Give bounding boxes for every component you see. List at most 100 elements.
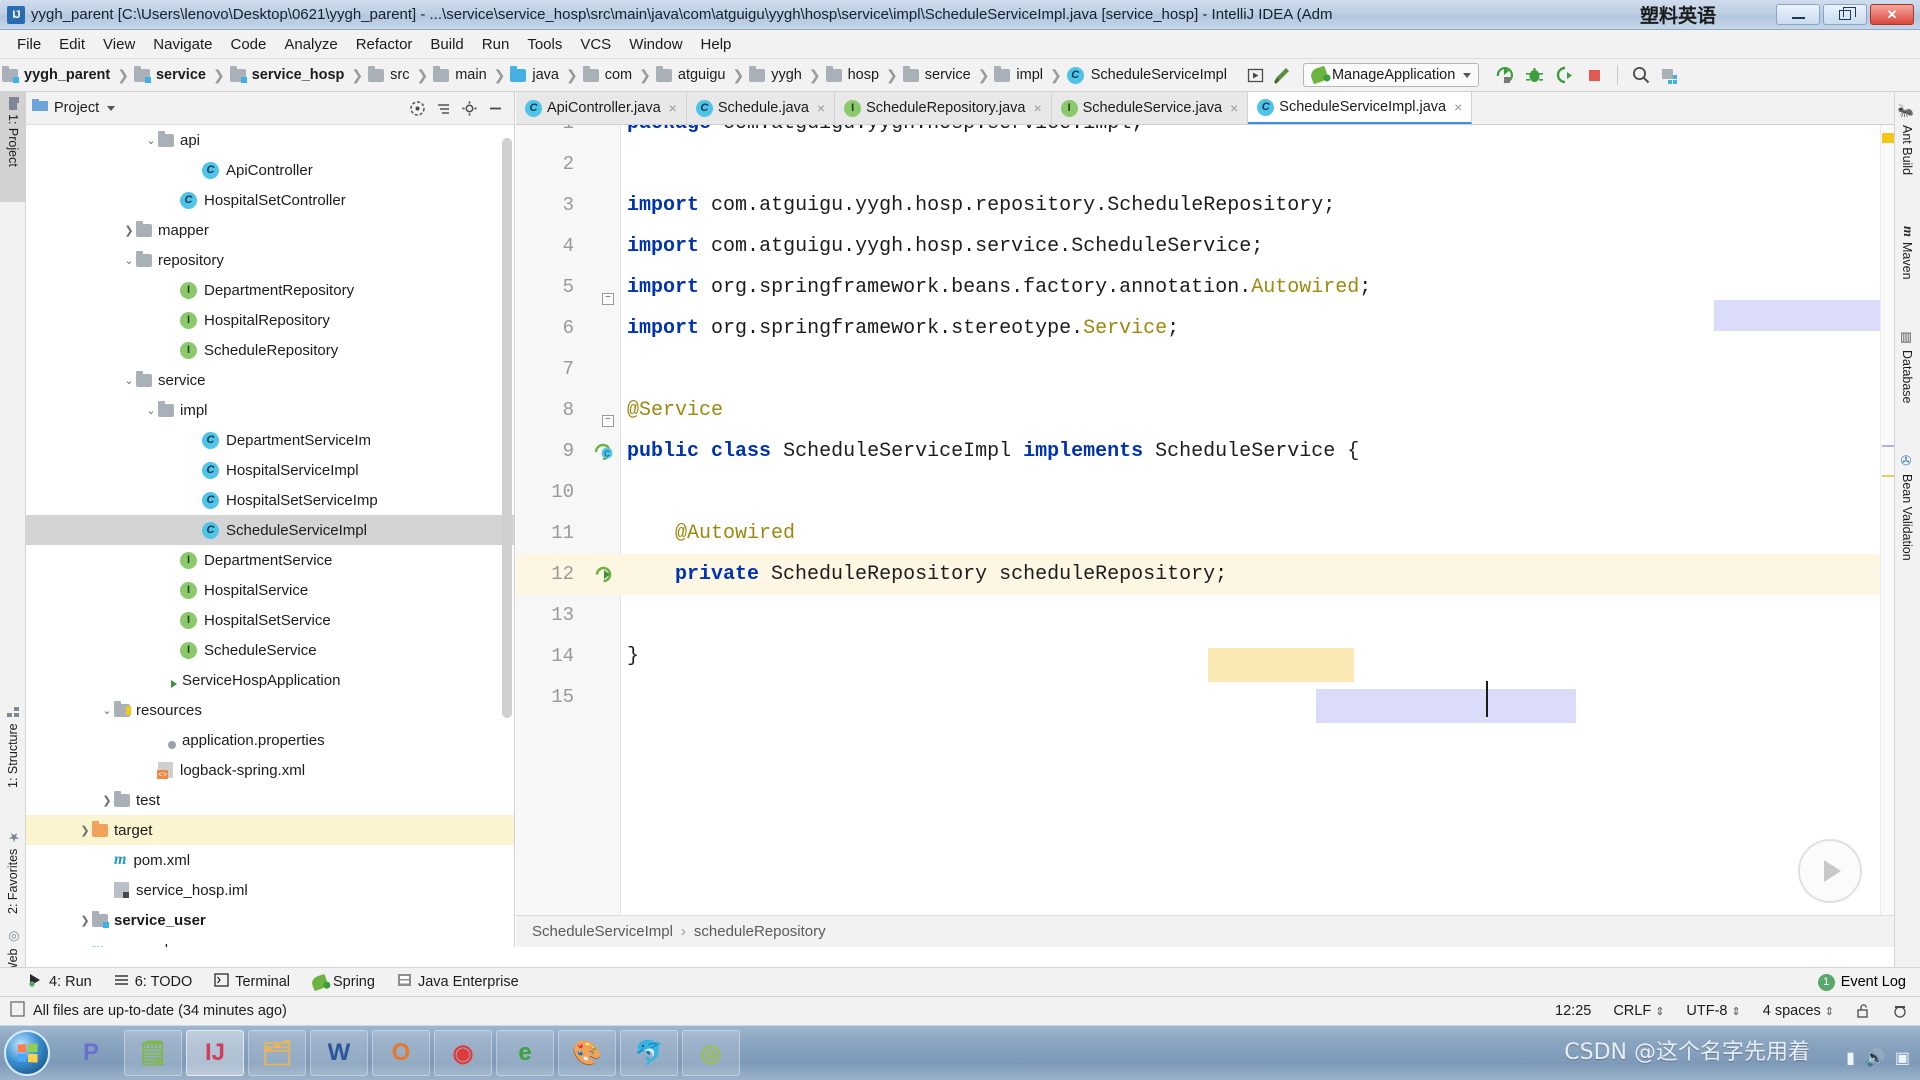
- tool-window-java-enterprise[interactable]: Java Enterprise: [397, 973, 519, 991]
- file-explorer-icon[interactable]: 🗂: [248, 1030, 306, 1076]
- menu-file[interactable]: File: [8, 33, 50, 56]
- tree-node-service-hosp-iml[interactable]: service_hosp.iml: [26, 875, 514, 905]
- tree-node-impl[interactable]: ⌄ impl: [26, 395, 514, 425]
- close-icon[interactable]: ×: [1454, 99, 1462, 115]
- run-with-coverage-icon[interactable]: [1549, 62, 1579, 88]
- menu-window[interactable]: Window: [620, 33, 691, 56]
- build-hammer-icon[interactable]: [1269, 63, 1295, 87]
- microsoft-word-icon[interactable]: W: [310, 1030, 368, 1076]
- editor-tab-schedule-java[interactable]: C Schedule.java ×: [686, 92, 836, 124]
- tree-node-service[interactable]: ⌄ service: [26, 365, 514, 395]
- pptv-icon[interactable]: P: [62, 1030, 120, 1076]
- menu-analyze[interactable]: Analyze: [275, 33, 346, 56]
- minimize-button[interactable]: [1776, 4, 1820, 25]
- close-icon[interactable]: ×: [669, 100, 677, 116]
- search-everywhere-icon[interactable]: [1626, 62, 1656, 88]
- network-icon[interactable]: ▮: [1846, 1048, 1855, 1068]
- collapse-all-icon[interactable]: [430, 96, 456, 120]
- editor-breadcrumb-class[interactable]: ScheduleServiceImpl: [532, 923, 673, 940]
- code-line[interactable]: 3 import com.atguigu.yygh.hosp.repository…: [516, 185, 1896, 226]
- tree-node-apicontroller[interactable]: C ApiController: [26, 155, 514, 185]
- menu-help[interactable]: Help: [692, 33, 741, 56]
- breadcrumb-item-java[interactable]: java: [510, 65, 561, 83]
- menu-build[interactable]: Build: [421, 33, 472, 56]
- code-line[interactable]: 6 import org.springframework.stereotype.S…: [516, 308, 1896, 349]
- editor-breadcrumb-field[interactable]: scheduleRepository: [694, 923, 826, 940]
- inspector-icon[interactable]: [1892, 1003, 1908, 1019]
- tree-node-hospitalsetservice[interactable]: I HospitalSetService: [26, 605, 514, 635]
- tree-node-resources[interactable]: ⌄ resources: [26, 695, 514, 725]
- event-log-button[interactable]: 1 Event Log: [1817, 973, 1906, 991]
- tool-window-todo[interactable]: 6: TODO: [114, 973, 192, 991]
- tree-node-hospitalsetcontroller[interactable]: C HospitalSetController: [26, 185, 514, 215]
- breadcrumb-item-src[interactable]: src: [368, 65, 411, 83]
- breadcrumb-item-service[interactable]: service: [902, 65, 973, 83]
- project-tree-scrollbar[interactable]: [502, 138, 512, 718]
- sidebar-item-structure[interactable]: 1: Structure: [0, 676, 26, 794]
- close-button[interactable]: ✕: [1870, 4, 1914, 25]
- project-tree[interactable]: ⌄ api C ApiController C HospitalSetController…: [26, 125, 514, 947]
- tree-node-departmentservice[interactable]: I DepartmentService: [26, 545, 514, 575]
- tree-node-application-properties[interactable]: application.properties: [26, 725, 514, 755]
- debug-icon[interactable]: [1519, 62, 1549, 88]
- stripe-usage-mark[interactable]: [1882, 445, 1894, 447]
- preview-icon[interactable]: [1243, 63, 1269, 87]
- chevron-down-icon[interactable]: ⌄: [144, 404, 158, 417]
- app-icon[interactable]: ◎: [682, 1030, 740, 1076]
- tree-node-departmentserviceim[interactable]: C DepartmentServiceIm: [26, 425, 514, 455]
- tree-node-schedulerepository[interactable]: I ScheduleRepository: [26, 335, 514, 365]
- indent-setting[interactable]: 4 spaces ⇕: [1763, 1003, 1834, 1019]
- chevron-down-icon[interactable]: ⌄: [144, 134, 158, 147]
- chevron-right-icon[interactable]: ❯: [78, 914, 92, 927]
- chevron-down-icon[interactable]: ⌄: [122, 374, 136, 387]
- menu-navigate[interactable]: Navigate: [144, 33, 221, 56]
- tool-window-terminal[interactable]: Terminal: [214, 973, 290, 991]
- breadcrumb-item-yygh_parent[interactable]: yygh_parent: [2, 65, 112, 83]
- tree-node-service-user[interactable]: ❯ service_user: [26, 905, 514, 935]
- sidebar-item-database[interactable]: ▥ Database: [1894, 324, 1920, 436]
- sidebar-item-bean-validation[interactable]: ✇ Bean Validation: [1894, 448, 1920, 598]
- breadcrumb-item-yygh[interactable]: yygh: [749, 65, 804, 83]
- caret-position[interactable]: 12:25: [1555, 1003, 1591, 1019]
- line-separator[interactable]: CRLF ⇕: [1613, 1003, 1664, 1019]
- run-configuration-selector[interactable]: ManageApplication: [1302, 63, 1480, 87]
- sidebar-item-favorites[interactable]: 2: Favorites ★: [0, 798, 26, 920]
- 360-browser-icon[interactable]: e: [496, 1030, 554, 1076]
- editor-tab-scheduleservice-java[interactable]: I ScheduleService.java ×: [1051, 92, 1249, 124]
- chevron-right-icon[interactable]: ❯: [78, 824, 92, 837]
- autowired-dependency-gutter-icon[interactable]: [588, 565, 621, 584]
- sidebar-item-project[interactable]: 1: Project: [0, 92, 26, 202]
- breadcrumb-item-service[interactable]: service: [133, 65, 208, 83]
- tree-node-hospitalserviceimpl[interactable]: C HospitalServiceImpl: [26, 455, 514, 485]
- tree-node-target[interactable]: ❯ target: [26, 815, 514, 845]
- breadcrumb-item-main[interactable]: main: [433, 65, 488, 83]
- tree-node-logback-spring-xml[interactable]: logback-spring.xml: [26, 755, 514, 785]
- run-icon[interactable]: [1489, 62, 1519, 88]
- target-icon[interactable]: [404, 96, 430, 120]
- sidebar-item-ant-build[interactable]: 🐜 Ant Build: [1894, 98, 1920, 208]
- notepad-icon[interactable]: 🗒: [124, 1030, 182, 1076]
- menu-edit[interactable]: Edit: [50, 33, 94, 56]
- file-encoding[interactable]: UTF-8 ⇕: [1686, 1003, 1740, 1019]
- tree-node-hospitalsetserviceimp[interactable]: C HospitalSetServiceImp: [26, 485, 514, 515]
- run-inline-icon[interactable]: [1798, 839, 1862, 903]
- editor-tab-apicontroller-java[interactable]: C ApiController.java ×: [516, 92, 687, 124]
- stripe-warning-mark[interactable]: [1882, 133, 1894, 143]
- close-icon[interactable]: ×: [817, 100, 825, 116]
- tree-node-pom-xml[interactable]: m pom.xml: [26, 935, 514, 947]
- breadcrumb-item-scheduleserviceimpl[interactable]: C ScheduleServiceImpl: [1066, 66, 1229, 84]
- code-line[interactable]: 5 import org.springframework.beans.factor…: [516, 267, 1896, 308]
- menu-run[interactable]: Run: [473, 33, 519, 56]
- navicat-icon[interactable]: 🐬: [620, 1030, 678, 1076]
- close-icon[interactable]: ×: [1033, 100, 1041, 116]
- editor-tab-scheduleserviceimpl-java[interactable]: C ScheduleServiceImpl.java ×: [1248, 92, 1473, 124]
- stop-icon[interactable]: [1579, 62, 1609, 88]
- code-line[interactable]: 13: [516, 595, 1896, 636]
- chevron-down-icon[interactable]: ⌄: [100, 704, 114, 717]
- breadcrumb-item-atguigu[interactable]: atguigu: [655, 65, 728, 83]
- windows-start-orb[interactable]: [4, 1030, 50, 1076]
- settings-gear-icon[interactable]: [456, 96, 482, 120]
- maximize-button[interactable]: [1823, 4, 1867, 25]
- action-center-icon[interactable]: ▣: [1895, 1048, 1910, 1068]
- menu-view[interactable]: View: [94, 33, 144, 56]
